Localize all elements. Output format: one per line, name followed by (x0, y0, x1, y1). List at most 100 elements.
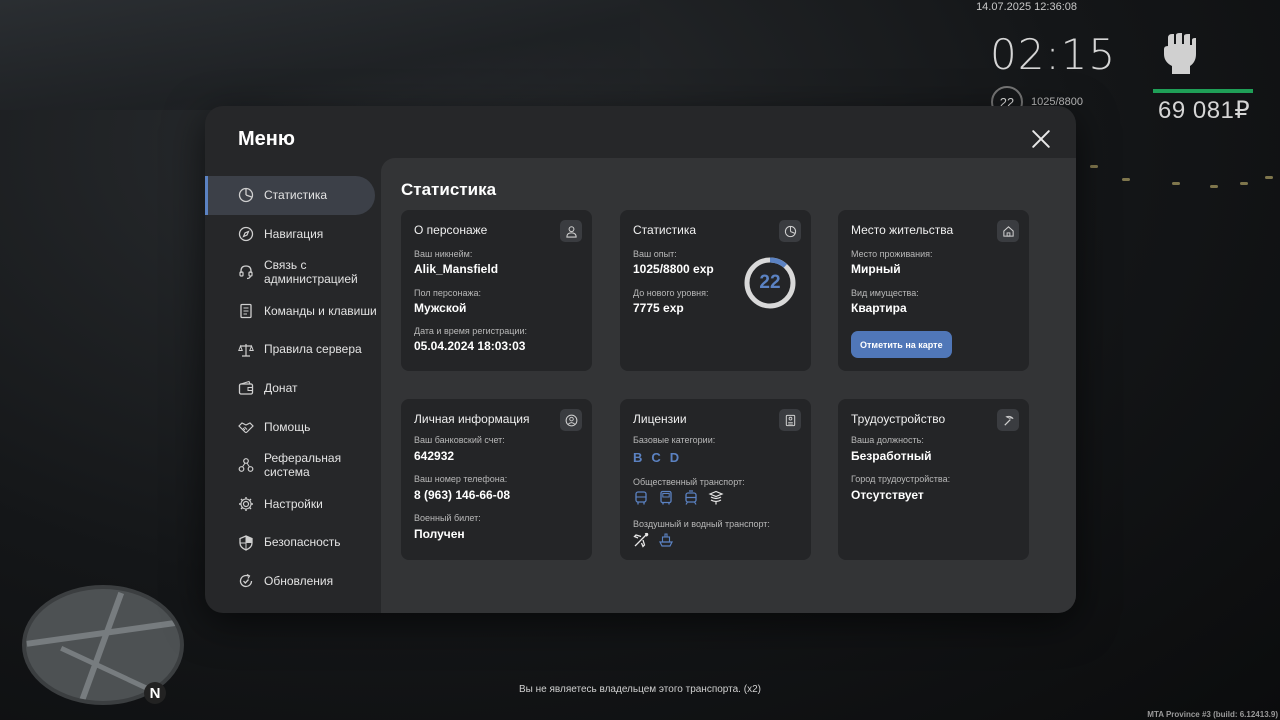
pickaxe-icon (997, 409, 1019, 431)
personal-info-card: Личная информация Ваш банковский счет: 6… (401, 399, 592, 560)
sidebar-item-navigation[interactable]: Навигация (205, 215, 381, 254)
bus-icon (633, 490, 649, 506)
wallet-icon (238, 381, 254, 395)
place-value: Мирный (851, 262, 901, 276)
character-card: О персонаже Ваш никнейм: Alik_Mansfield … (401, 210, 592, 371)
employment-card: Трудоустройство Ваша должность: Безработ… (838, 399, 1029, 560)
level-number: 22 (759, 272, 781, 293)
hud-money: 69 081₽ (1158, 97, 1251, 124)
sidebar-item-label: Правила сервера (264, 342, 362, 357)
sidebar-item-label: Команды и клавиши (264, 303, 377, 318)
property-label: Вид имущества: (851, 288, 919, 298)
sidebar-item-statistics[interactable]: Статистика (205, 176, 375, 215)
residence-card: Место жительства Место проживания: Мирны… (838, 210, 1029, 371)
hud-datetime: 14.07.2025 12:36:08 (976, 1, 1077, 13)
licenses-card: Лицензии Базовые категории: B C D Общест… (620, 399, 811, 560)
sidebar-item-donate[interactable]: Донат (205, 369, 381, 408)
job-city-value: Отсутствует (851, 488, 924, 502)
phone-value: 8 (963) 146-66-08 (414, 488, 511, 502)
stats-card: Статистика Ваш опыт: 1025/8800 exp До но… (620, 210, 811, 371)
content-panel: Статистика О персонаже Ваш никнейм: Alik… (381, 158, 1076, 613)
hud-clock: 02:15 (990, 30, 1117, 79)
sidebar-item-referral[interactable]: Реферальная система (205, 446, 381, 485)
card-title: Личная информация (414, 412, 530, 426)
trolley-icon (708, 490, 724, 506)
public-transport-label: Общественный транспорт: (633, 477, 745, 487)
network-icon (238, 458, 254, 473)
close-icon[interactable] (1030, 128, 1052, 150)
sidebar-item-label: Настройки (264, 496, 323, 511)
air-water-transport-label: Воздушный и водный транспорт: (633, 519, 770, 529)
fist-icon (1164, 33, 1196, 74)
sidebar-item-settings[interactable]: Настройки (205, 485, 381, 524)
property-value: Квартира (851, 301, 907, 315)
user-circle-icon (560, 409, 582, 431)
sidebar: Статистика Навигация Связь с администрац… (205, 176, 381, 601)
build-info: MTA Province #3 (build: 6.12413.9) (1147, 710, 1278, 719)
scales-icon (238, 343, 254, 357)
position-value: Безработный (851, 449, 932, 463)
job-city-label: Город трудоустройства: (851, 474, 951, 484)
content-title: Статистика (401, 180, 497, 199)
sidebar-item-label: Помощь (264, 419, 311, 434)
gender-label: Пол персонажа: (414, 288, 482, 298)
compass-icon (238, 226, 254, 242)
nickname-label: Ваш никнейм: (414, 249, 473, 259)
notification-text: Вы не являетесь владельцем этого транспо… (519, 684, 761, 695)
handshake-icon (238, 422, 254, 433)
user-icon (560, 220, 582, 242)
mark-on-map-button[interactable]: Отметить на карте (851, 331, 952, 358)
card-title: Статистика (633, 223, 697, 237)
sidebar-item-label: Связь с администрацией (264, 257, 358, 287)
place-label: Место проживания: (851, 249, 933, 259)
airplane-icon (633, 532, 649, 548)
sidebar-item-label: Безопасность (264, 535, 341, 550)
registration-value: 05.04.2024 18:03:03 (414, 339, 526, 353)
menu-window: Меню Статистика Навигация Связь с админи… (205, 106, 1076, 613)
ship-icon (658, 532, 674, 548)
sidebar-item-help[interactable]: Помощь (205, 408, 381, 447)
license-categories: B C D (633, 450, 679, 465)
license-category: C (651, 450, 661, 465)
license-category: B (633, 450, 643, 465)
base-categories-label: Базовые категории: (633, 435, 716, 445)
card-title: Лицензии (633, 412, 687, 426)
military-value: Получен (414, 527, 465, 541)
registration-label: Дата и время регистрации: (414, 326, 527, 336)
exp-value: 1025/8800 exp (633, 262, 714, 276)
id-card-icon (779, 409, 801, 431)
sidebar-item-label: Донат (264, 381, 298, 396)
sidebar-item-commands[interactable]: Команды и клавиши (205, 292, 381, 331)
chart-pie-icon (779, 220, 801, 242)
sidebar-item-admin-contact[interactable]: Связь с администрацией (205, 253, 381, 292)
card-title: О персонаже (414, 223, 488, 237)
bank-label: Ваш банковский счет: (414, 435, 505, 445)
gear-icon (239, 497, 253, 512)
sidebar-item-label: Реферальная система (264, 450, 342, 480)
next-level-label: До нового уровня: (633, 288, 709, 298)
air-water-transport-icons (633, 532, 674, 548)
public-transport-icons (633, 490, 724, 506)
license-category: D (669, 450, 680, 465)
sidebar-item-security[interactable]: Безопасность (205, 523, 381, 562)
sidebar-item-rules[interactable]: Правила сервера (205, 330, 381, 369)
tram-icon (683, 490, 699, 506)
health-bar (1153, 89, 1253, 93)
phone-label: Ваш номер телефона: (414, 474, 508, 484)
gender-value: Мужской (414, 301, 467, 315)
next-level-value: 7775 exp (633, 301, 684, 315)
menu-title: Меню (238, 128, 295, 150)
sidebar-item-label: Обновления (264, 573, 334, 588)
document-icon (240, 303, 252, 319)
card-title: Трудоустройство (851, 412, 946, 426)
chart-pie-icon (238, 188, 254, 203)
bus-icon (658, 490, 674, 506)
refresh-check-icon (239, 574, 253, 588)
background-building (0, 0, 640, 110)
sidebar-item-label: Навигация (264, 226, 324, 241)
shield-icon (239, 534, 253, 551)
card-title: Место жительства (851, 223, 954, 237)
sidebar-item-updates[interactable]: Обновления (205, 562, 381, 601)
house-icon (997, 220, 1019, 242)
sidebar-item-label: Статистика (264, 188, 328, 203)
